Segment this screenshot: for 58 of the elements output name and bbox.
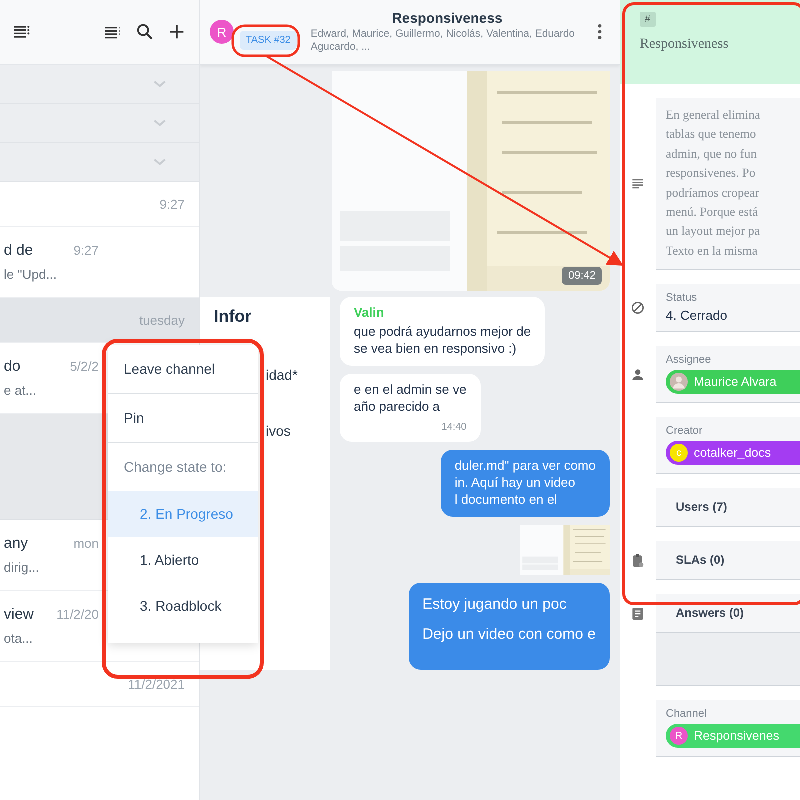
channel-tag: # (640, 12, 656, 27)
form-heading: Infor (214, 307, 253, 327)
chat-preview: dirig... (4, 560, 40, 575)
field-label: Assignee (666, 354, 712, 366)
section-header[interactable]: SLAs (0) (656, 541, 800, 580)
message-text: Dejo un video con como e (422, 624, 596, 644)
message-text: Estoy jugando un poc (422, 595, 568, 615)
blocked-icon (630, 300, 646, 316)
details-title: Responsiveness (640, 37, 730, 53)
chat-preview: le "Upd... (4, 267, 58, 282)
message-text: que podrá ayudarnos mejor de (354, 324, 532, 341)
channel-avatar: R (210, 20, 234, 44)
message-time: 14:40 (442, 421, 467, 434)
chat-preview: ota... (4, 631, 34, 646)
message-text: in. Aquí hay un video (454, 475, 577, 492)
message-text: duler.md" para ver como (454, 458, 596, 476)
person-icon (630, 366, 646, 382)
search-icon[interactable] (135, 22, 155, 42)
menu-item[interactable]: 3. Roadblock (108, 583, 258, 629)
form-label: ivos (266, 423, 292, 439)
user-chip[interactable]: c cotalker_docs (666, 441, 800, 465)
avatar-icon (670, 373, 688, 391)
chat-time: 11/2/2021 (128, 676, 185, 692)
chat-title: d de (4, 242, 34, 259)
channel-title: Responsiveness (391, 10, 504, 26)
menu-heading: Change state to: (108, 443, 258, 491)
description-text: En general elimina tablas que tenemo admin, que no fun responsivenes. Po podríamos cropear menú. Porque está un layout mejor pa Texto en la misma (666, 107, 762, 260)
channel-members: Edward, Maurice, Guillermo, Nicolás, Valentina, Eduardo Agucardo, ... (310, 28, 576, 54)
chat-time: 9:27 (74, 243, 99, 258)
duration-badge: 09:42 (562, 267, 602, 285)
field-label: Creator (666, 425, 704, 437)
chat-time: 9:27 (160, 196, 185, 212)
chat-title: any (4, 535, 28, 552)
chat-time: 5/2/2 (70, 359, 99, 374)
highlight-frame (232, 24, 300, 58)
task-tag: TASK #32 (240, 31, 297, 50)
chat-time: tuesday (139, 312, 185, 328)
message-text: año parecido a (354, 398, 442, 416)
field-label: Channel (666, 708, 708, 720)
avatar: R (670, 727, 688, 745)
menu-item[interactable]: Leave channel (108, 345, 258, 394)
menu-item[interactable]: 1. Abierto (108, 537, 258, 583)
chat-time: 11/2/20 (56, 607, 99, 622)
chat-preview: e at... (4, 383, 38, 398)
sender-name: Valin (354, 305, 386, 322)
chat-title: view (4, 606, 34, 623)
avatar: c (670, 444, 688, 462)
menu-item[interactable]: Pin (108, 394, 258, 443)
message-text: l documento en el (454, 492, 558, 510)
message-text: e en el admin se ve (354, 382, 467, 399)
chat-time: mon (74, 536, 99, 551)
document-icon (630, 606, 646, 622)
status-field[interactable]: Status 4. Cerrado (656, 284, 800, 332)
message-text: se vea bien en responsivo :) (354, 340, 518, 358)
section-header[interactable]: Answers (0) (656, 594, 800, 633)
form-label: idad* (266, 367, 299, 383)
chat-title: do (4, 358, 21, 375)
section-header[interactable]: Users (7) (656, 488, 800, 527)
